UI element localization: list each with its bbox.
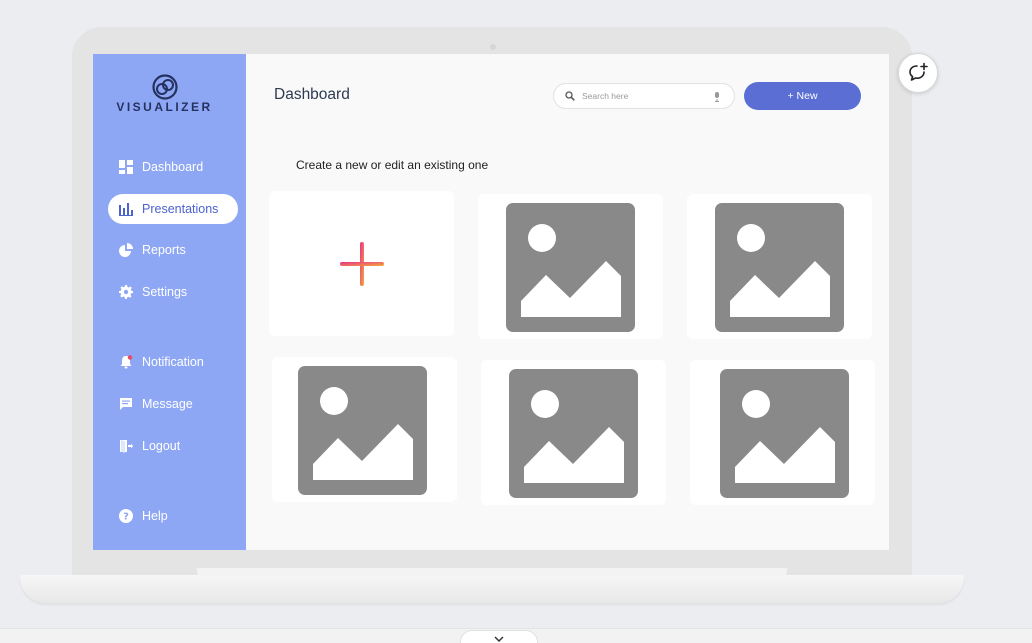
sidebar-item-help[interactable]: ? Help [108, 501, 238, 531]
presentation-card[interactable] [481, 360, 666, 505]
sidebar-item-label: Dashboard [142, 160, 204, 174]
search-icon [565, 91, 575, 101]
sidebar-item-message[interactable]: Message [108, 389, 238, 419]
microphone-icon[interactable] [712, 92, 722, 102]
image-placeholder-icon [506, 203, 635, 332]
app-screen: VISUALIZER Dashboard Presentations Repor… [93, 54, 889, 550]
image-placeholder-icon [715, 203, 844, 332]
laptop-camera [490, 44, 496, 50]
sidebar-item-label: Help [142, 509, 168, 523]
sidebar-item-label: Reports [142, 243, 186, 257]
laptop-notch [197, 568, 787, 576]
plus-icon [269, 191, 454, 336]
presentation-card[interactable] [478, 194, 663, 339]
sidebar-item-logout[interactable]: Logout [108, 431, 238, 461]
chevron-down-icon [494, 636, 504, 643]
sidebar-item-label: Presentations [142, 202, 219, 216]
image-placeholder-icon [509, 369, 638, 498]
sidebar-item-presentations[interactable]: Presentations [108, 194, 238, 224]
sidebar-item-label: Settings [142, 285, 188, 299]
dashboard-grid-icon [119, 160, 133, 174]
collapse-toggle[interactable] [460, 630, 538, 643]
add-new-card[interactable] [269, 191, 454, 336]
presentation-card[interactable] [690, 360, 875, 505]
svg-text:?: ? [123, 512, 129, 523]
pie-chart-icon [119, 243, 133, 257]
sidebar-item-label: Notification [142, 355, 204, 369]
sidebar-item-settings[interactable]: Settings [108, 277, 238, 307]
chat-add-icon [909, 62, 928, 81]
chat-add-button[interactable] [898, 53, 938, 93]
sidebar-item-label: Message [142, 397, 193, 411]
image-placeholder-icon [298, 366, 427, 495]
sidebar: VISUALIZER Dashboard Presentations Repor… [93, 54, 246, 550]
logout-icon [119, 439, 133, 453]
presentation-card[interactable] [687, 194, 872, 339]
sidebar-item-reports[interactable]: Reports [108, 235, 238, 265]
sidebar-item-dashboard[interactable]: Dashboard [108, 152, 238, 182]
sidebar-item-notification[interactable]: Notification [108, 347, 238, 377]
brand-name: VISUALIZER [116, 100, 213, 114]
search-input[interactable] [582, 91, 702, 101]
message-icon [119, 397, 133, 411]
bell-icon [119, 355, 133, 369]
section-heading: Create a new or edit an existing one [296, 158, 489, 172]
gear-icon [119, 285, 133, 299]
search-box[interactable] [553, 83, 735, 109]
bar-chart-icon [119, 202, 133, 216]
new-button[interactable]: + New [744, 82, 861, 110]
sidebar-item-label: Logout [142, 439, 181, 453]
presentation-card[interactable] [272, 357, 457, 502]
help-icon: ? [119, 509, 133, 523]
logo-icon [152, 74, 178, 100]
page-title: Dashboard [274, 86, 350, 103]
image-placeholder-icon [720, 369, 849, 498]
laptop-base [20, 575, 964, 603]
